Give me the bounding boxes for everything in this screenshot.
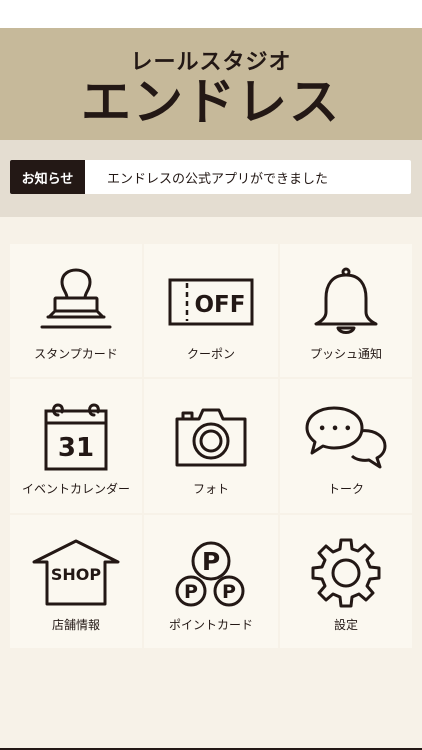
coupon-icon: OFF	[144, 266, 278, 338]
chat-bubbles-icon-text: • • •	[318, 422, 352, 437]
menu-item-settings[interactable]: 設定	[280, 515, 412, 648]
news-band: お知らせ エンドレスの公式アプリができました	[0, 140, 422, 217]
app-header: レールスタジオ エンドレス	[0, 28, 422, 140]
news-message[interactable]: エンドレスの公式アプリができました	[85, 160, 411, 194]
shop-icon: SHOP	[10, 537, 142, 609]
points-icon: P P P	[144, 537, 278, 609]
menu-item-coupon[interactable]: OFF クーポン	[144, 244, 278, 377]
menu-item-photo[interactable]: フォト	[144, 379, 278, 513]
camera-icon	[144, 401, 278, 473]
calendar-icon-text: 31	[58, 433, 94, 463]
menu-item-event-calendar[interactable]: 31 イベントカレンダー	[10, 379, 142, 513]
stamp-icon	[10, 266, 142, 338]
calendar-icon: 31	[10, 401, 142, 473]
menu-item-talk[interactable]: • • • トーク	[280, 379, 412, 513]
news-label: お知らせ	[10, 160, 85, 194]
menu-item-label: トーク	[327, 482, 364, 496]
coupon-icon-text: OFF	[195, 292, 246, 318]
gear-icon	[280, 537, 412, 609]
menu-item-shop-info[interactable]: SHOP 店舗情報	[10, 515, 142, 648]
chat-bubbles-icon: • • •	[280, 401, 412, 473]
news-ticker[interactable]: お知らせ エンドレスの公式アプリができました	[10, 160, 411, 194]
points-icon-text: P	[184, 581, 198, 603]
menu-item-label: フォト	[192, 482, 229, 496]
menu-item-point-card[interactable]: P P P ポイントカード	[144, 515, 278, 648]
points-icon-text: P	[202, 547, 220, 576]
menu-item-label: ポイントカード	[168, 618, 253, 632]
menu-item-label: 設定	[333, 618, 358, 632]
menu-item-label: プッシュ通知	[309, 347, 382, 361]
app-title: エンドレス	[81, 73, 341, 131]
menu-item-push-notifications[interactable]: プッシュ通知	[280, 244, 412, 377]
menu-item-label: クーポン	[186, 347, 235, 361]
menu-item-label: 店舗情報	[51, 618, 100, 632]
bell-icon	[280, 266, 412, 338]
menu-grid: スタンプカード OFF クーポン プッシュ通知 31 イベントカレンダー フォト…	[10, 244, 412, 648]
menu-item-label: スタンプカード	[34, 347, 118, 361]
shop-icon-text: SHOP	[51, 565, 102, 584]
status-bar	[0, 0, 422, 28]
menu-item-label: イベントカレンダー	[21, 482, 130, 496]
points-icon-text: P	[222, 581, 236, 603]
menu-item-stamp-card[interactable]: スタンプカード	[10, 244, 142, 377]
